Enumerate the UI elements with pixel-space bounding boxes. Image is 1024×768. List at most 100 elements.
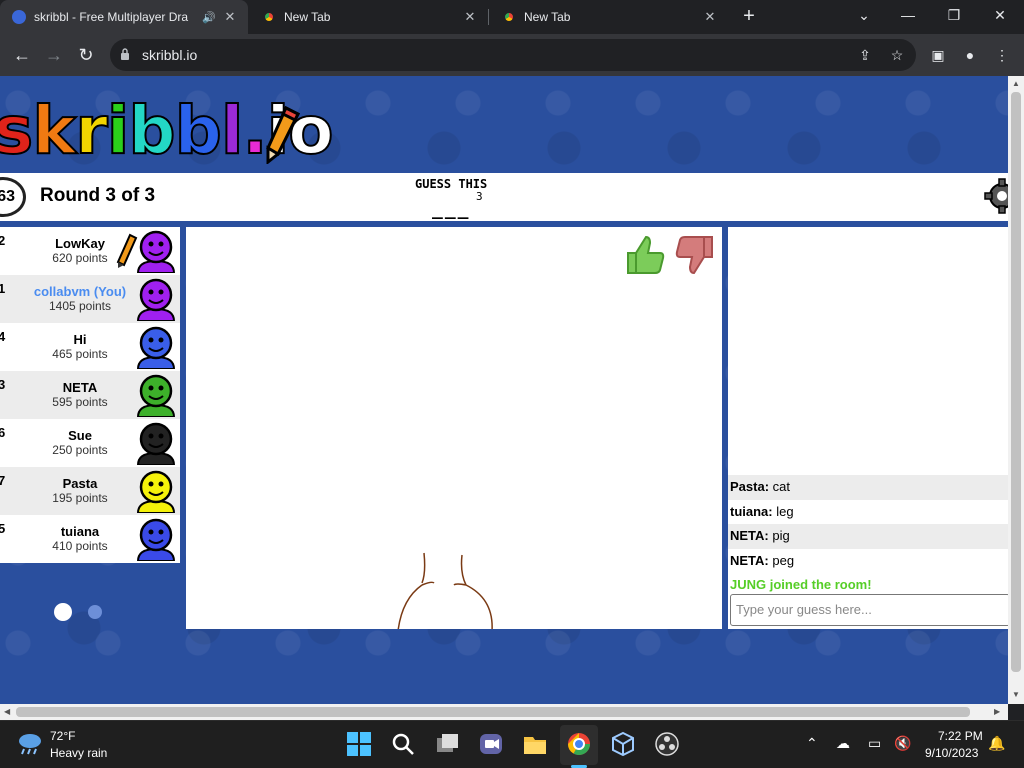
tab-title: New Tab xyxy=(284,10,331,24)
notification-bell-icon[interactable]: 🔔 xyxy=(988,735,1005,752)
chat-message: tuiana: leg xyxy=(728,500,1008,525)
scroll-left-icon[interactable]: ◀ xyxy=(4,707,10,716)
player-avatar-icon xyxy=(136,374,176,417)
horizontal-scrollbar[interactable]: ◀ ▶ xyxy=(0,704,1008,720)
weather-temperature[interactable]: 72°F xyxy=(50,729,75,743)
chrome-icon[interactable] xyxy=(566,731,592,757)
clock-date[interactable]: 9/10/2023 xyxy=(925,746,978,760)
chat-message: NETA: pig xyxy=(728,524,1008,549)
restore-button[interactable]: ❐ xyxy=(932,0,976,30)
player-row[interactable]: 3 NETA 595 points xyxy=(0,371,180,419)
logo-pencil-icon xyxy=(266,105,301,164)
network-icon[interactable]: ▭ xyxy=(868,735,881,752)
player-avatar-icon xyxy=(136,518,176,561)
player-avatar-icon xyxy=(136,422,176,465)
word-hint: ___ xyxy=(432,199,471,220)
windows-taskbar: 72°F Heavy rain ⌃ ☁ ▭ 🔇 7:22 PM 9/10/202… xyxy=(0,720,1024,768)
logo-letter: b xyxy=(174,91,223,170)
chat-user: NETA: xyxy=(730,552,769,568)
word-letter-count: 3 xyxy=(476,190,483,203)
scroll-down-icon[interactable]: ▼ xyxy=(1012,690,1020,699)
player-row[interactable]: 2 LowKay 620 points xyxy=(0,227,180,275)
player-avatar-icon xyxy=(136,470,176,513)
chat-panel: Pasta: cat tuiana: leg NETA: pig NETA: peg J… xyxy=(728,227,1008,629)
minimize-button[interactable]: — xyxy=(886,0,930,30)
volume-muted-icon[interactable]: 🔇 xyxy=(894,735,911,752)
chat-user: tuiana: xyxy=(730,503,773,519)
thumbs-down-icon[interactable] xyxy=(672,233,716,277)
tab-skribbl[interactable]: skribbl - Free Multiplayer Dra 🔊 ✕ xyxy=(0,0,248,34)
logo-letter: r xyxy=(74,91,109,170)
share-icon[interactable]: ⇪ xyxy=(856,46,874,64)
round-indicator: Round 3 of 3 xyxy=(40,185,156,206)
timer-clock-icon: 63 xyxy=(0,177,26,217)
tray-cloud-icon[interactable]: ☁ xyxy=(836,735,850,752)
player-row[interactable]: 6 Sue 250 points xyxy=(0,419,180,467)
reload-icon[interactable]: ↻ xyxy=(74,43,98,67)
chrome-icon xyxy=(262,10,276,24)
player-row[interactable]: 1 collabvm (You) 1405 points xyxy=(0,275,180,323)
forward-arrow-icon[interactable]: → xyxy=(42,43,66,67)
speaker-icon[interactable]: 🔊 xyxy=(202,11,216,24)
browser-toolbar: ← → ↻ skribbl.io ⇪ ☆ ▣ ● ⋮ xyxy=(0,34,1024,76)
page-dot[interactable] xyxy=(88,605,102,619)
obs-icon[interactable] xyxy=(654,731,680,757)
side-panel-icon[interactable]: ▣ xyxy=(928,45,948,65)
page-viewport: skribbl.io 63 Round 3 of 3 GUESS THIS 3 … xyxy=(0,76,1008,704)
tab-separator xyxy=(488,9,489,25)
player-row[interactable]: 5 tuiana 410 points xyxy=(0,515,180,563)
close-window-button[interactable]: ✕ xyxy=(978,0,1022,30)
vertical-scrollbar[interactable]: ▲ ▼ xyxy=(1008,76,1024,704)
menu-kebab-icon[interactable]: ⋮ xyxy=(992,45,1012,65)
chat-text: leg xyxy=(776,503,794,519)
guess-input[interactable]: Type your guess here... xyxy=(730,594,1008,626)
url-text: skribbl.io xyxy=(142,47,198,63)
vertical-scroll-thumb[interactable] xyxy=(1011,92,1021,672)
weather-description[interactable]: Heavy rain xyxy=(50,746,107,760)
player-row[interactable]: 7 Pasta 195 points xyxy=(0,467,180,515)
logo-letter: k xyxy=(31,91,77,170)
chat-user: Pasta: xyxy=(730,479,770,494)
close-tab-icon[interactable]: ✕ xyxy=(702,9,718,25)
windows-start-icon[interactable] xyxy=(346,731,372,757)
file-explorer-icon[interactable] xyxy=(522,731,548,757)
page-dot-active[interactable] xyxy=(54,603,72,621)
chrome-icon xyxy=(502,10,516,24)
new-tab-button[interactable]: + xyxy=(738,5,760,27)
tab-search-icon[interactable]: ⌄ xyxy=(842,0,886,30)
logo-letter: i xyxy=(106,91,131,170)
close-tab-icon[interactable]: ✕ xyxy=(462,9,478,25)
clock-time[interactable]: 7:22 PM xyxy=(938,729,983,743)
profile-icon[interactable]: ● xyxy=(960,45,980,65)
thumbs-up-icon[interactable] xyxy=(624,233,668,277)
address-bar[interactable]: skribbl.io ⇪ ☆ xyxy=(110,39,916,71)
virtualbox-icon[interactable] xyxy=(610,731,636,757)
tab-new-tab-1[interactable]: New Tab ✕ xyxy=(250,0,488,34)
search-icon[interactable] xyxy=(390,731,416,757)
horizontal-scroll-thumb[interactable] xyxy=(16,707,970,717)
tray-chevron-up-icon[interactable]: ⌃ xyxy=(806,735,818,752)
settings-gear-icon[interactable] xyxy=(984,178,1008,214)
back-arrow-icon[interactable]: ← xyxy=(10,43,34,67)
chat-message: Pasta: cat xyxy=(728,475,1008,500)
weather-rain-icon[interactable] xyxy=(16,731,44,755)
close-tab-icon[interactable]: ✕ xyxy=(222,9,238,25)
chat-text: pig xyxy=(772,528,790,544)
bookmark-star-icon[interactable]: ☆ xyxy=(888,46,906,64)
player-avatar-icon xyxy=(136,230,176,273)
guess-this-label: GUESS THIS xyxy=(415,177,488,191)
tab-title: New Tab xyxy=(524,10,571,24)
task-view-icon[interactable] xyxy=(434,731,460,757)
tab-new-tab-2[interactable]: New Tab ✕ xyxy=(490,0,728,34)
drawing-canvas[interactable] xyxy=(186,227,722,629)
scroll-up-icon[interactable]: ▲ xyxy=(1012,79,1020,88)
player-avatar-icon xyxy=(136,326,176,369)
chat-messages: Pasta: cat tuiana: leg NETA: pig NETA: peg J… xyxy=(728,475,1008,598)
logo-letter: s xyxy=(0,91,34,170)
chat-text: peg xyxy=(772,552,795,568)
scroll-right-icon[interactable]: ▶ xyxy=(994,707,1000,716)
game-top-bar: 63 Round 3 of 3 GUESS THIS 3 ___ xyxy=(0,173,1008,221)
drawing-strokes xyxy=(397,552,493,629)
player-row[interactable]: 4 Hi 465 points xyxy=(0,323,180,371)
teams-chat-icon[interactable] xyxy=(478,731,504,757)
